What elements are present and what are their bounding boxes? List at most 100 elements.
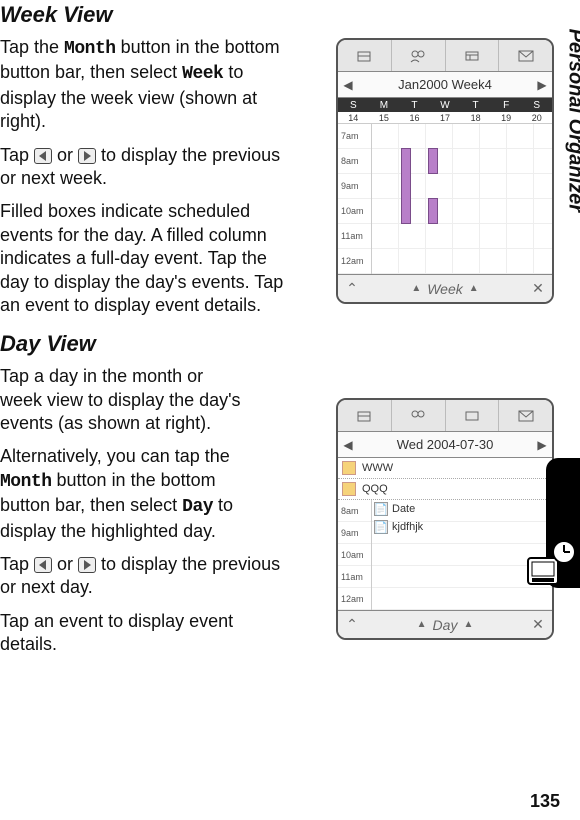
event-icon	[342, 461, 356, 475]
hour-label: 11am	[338, 224, 371, 249]
prev-arrow-icon	[34, 557, 52, 573]
week-navbar: ◀ Jan2000 Week4 ▶	[338, 72, 552, 98]
week-view-screenshot: ◀ Jan2000 Week4 ▶ S M T W T F S 14 15 16…	[336, 38, 554, 304]
footer-mode-label[interactable]: Week	[427, 281, 463, 297]
next-day-button[interactable]: ▶	[532, 438, 552, 452]
dates-header: 14 15 16 17 18 19 20	[338, 112, 552, 124]
hour-label: 11am	[338, 566, 371, 588]
close-icon[interactable]: ✕	[524, 280, 552, 297]
hour-label: 8am	[338, 500, 371, 522]
all-day-event[interactable]: QQQ	[338, 479, 552, 500]
close-icon[interactable]: ✕	[524, 616, 552, 633]
day-para-3: Tap or to display the previous or next d…	[0, 553, 290, 600]
organizer-icon	[522, 536, 578, 592]
date[interactable]: 15	[369, 113, 400, 123]
week-nav-label[interactable]: Jan2000 Week4	[358, 77, 532, 92]
dow: W	[430, 100, 461, 111]
day-navbar: ◀ Wed 2004-07-30 ▶	[338, 432, 552, 458]
page-number: 135	[530, 791, 560, 812]
chevron-up-icon[interactable]: ▲	[417, 619, 427, 630]
event-title: QQQ	[362, 483, 388, 495]
event-block[interactable]	[428, 148, 438, 174]
date[interactable]: 18	[460, 113, 491, 123]
label-month: Month	[0, 472, 52, 492]
hour-label: 12am	[338, 588, 371, 610]
dow: S	[338, 100, 369, 111]
toolbar-mail-icon[interactable]	[499, 400, 552, 431]
section-tab-label: Personal Organizer	[563, 29, 580, 212]
timed-event[interactable]: 📄 Date	[374, 502, 415, 516]
chevron-up-icon[interactable]: ▲	[411, 283, 421, 294]
day-para-4: Tap an event to display event details.	[0, 610, 290, 657]
note-icon: 📄	[374, 502, 388, 516]
hour-label: 12am	[338, 249, 371, 274]
hour-label: 8am	[338, 149, 371, 174]
week-footer: ⌃ ▲ Week ▲ ✕	[338, 274, 552, 302]
hour-label: 9am	[338, 174, 371, 199]
event-icon	[342, 482, 356, 496]
prev-week-button[interactable]: ◀	[338, 78, 358, 92]
toolbar-icon[interactable]	[392, 40, 446, 71]
note-icon: 📄	[374, 520, 388, 534]
event-title: Date	[392, 503, 415, 515]
toolbar-icon[interactable]	[446, 400, 500, 431]
hour-label: 10am	[338, 199, 371, 224]
text: Alternatively, you can tap the	[0, 446, 230, 466]
next-arrow-icon	[78, 557, 96, 573]
label-week: Week	[182, 64, 223, 84]
next-week-button[interactable]: ▶	[532, 78, 552, 92]
all-day-event[interactable]: WWW	[338, 458, 552, 479]
event-title: kjdfhjk	[392, 521, 423, 533]
toolbar-icon[interactable]	[338, 40, 392, 71]
dow: S	[521, 100, 552, 111]
scroll-up-icon[interactable]: ⌃	[338, 616, 366, 633]
day-of-week-header: S M T W T F S	[338, 98, 552, 112]
toolbar	[338, 400, 552, 432]
week-cells[interactable]	[372, 124, 552, 274]
text: Tap the	[0, 37, 64, 57]
event-title: WWW	[362, 462, 393, 474]
footer-mode-label[interactable]: Day	[433, 617, 458, 633]
text: or	[52, 145, 78, 165]
toolbar-icon[interactable]	[446, 40, 500, 71]
week-grid[interactable]: 7am 8am 9am 10am 11am 12am	[338, 124, 552, 274]
timed-event[interactable]: 📄 kjdfhjk	[374, 520, 423, 534]
label-month: Month	[64, 39, 116, 59]
chevron-up-icon[interactable]: ▲	[463, 619, 473, 630]
hour-label: 7am	[338, 124, 371, 149]
toolbar-icon[interactable]	[392, 400, 446, 431]
all-day-entries: WWW QQQ	[338, 458, 552, 500]
date[interactable]: 16	[399, 113, 430, 123]
text: or	[52, 554, 78, 574]
event-block[interactable]	[428, 198, 438, 224]
dow: F	[491, 100, 522, 111]
week-para-1: Tap the Month button in the bottom butto…	[0, 36, 290, 134]
day-hour-grid[interactable]: 8am 9am 10am 11am 12am 📄 Date 📄 kjdfhjk	[338, 500, 552, 610]
prev-arrow-icon	[34, 148, 52, 164]
next-arrow-icon	[78, 148, 96, 164]
text: Tap	[0, 145, 34, 165]
toolbar-icon[interactable]	[338, 400, 392, 431]
date[interactable]: 19	[491, 113, 522, 123]
day-view-screenshot: ◀ Wed 2004-07-30 ▶ WWW QQQ 8am 9am 10am …	[336, 398, 554, 640]
scroll-up-icon[interactable]: ⌃	[338, 280, 366, 297]
hour-label: 9am	[338, 522, 371, 544]
day-para-1: Tap a day in the month or week view to d…	[0, 365, 250, 435]
date[interactable]: 20	[521, 113, 552, 123]
heading-day-view: Day View	[0, 331, 562, 357]
label-day: Day	[182, 497, 213, 517]
toolbar-mail-icon[interactable]	[499, 40, 552, 71]
week-para-2: Tap or to display the previous or next w…	[0, 144, 290, 191]
heading-week-view: Week View	[0, 2, 562, 28]
day-para-2: Alternatively, you can tap the Month but…	[0, 445, 270, 543]
chevron-up-icon[interactable]: ▲	[469, 283, 479, 294]
date[interactable]: 14	[338, 113, 369, 123]
date[interactable]: 17	[430, 113, 461, 123]
time-column: 8am 9am 10am 11am 12am	[338, 500, 372, 610]
prev-day-button[interactable]: ◀	[338, 438, 358, 452]
event-block[interactable]	[401, 148, 411, 224]
dow: T	[399, 100, 430, 111]
time-column: 7am 8am 9am 10am 11am 12am	[338, 124, 372, 274]
dow: M	[369, 100, 400, 111]
day-nav-label[interactable]: Wed 2004-07-30	[358, 437, 532, 452]
